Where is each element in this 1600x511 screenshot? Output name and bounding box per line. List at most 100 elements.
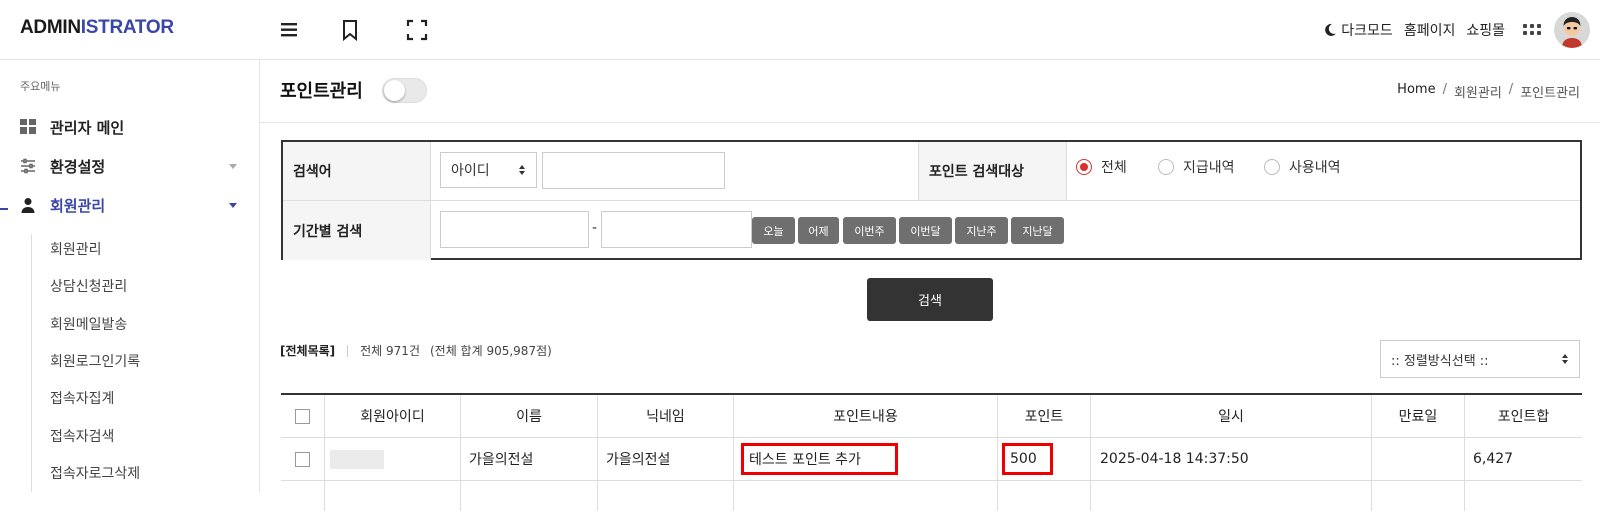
title-divider (260, 122, 1600, 123)
fullscreen-icon[interactable] (405, 18, 429, 42)
sliders-icon (20, 158, 36, 174)
sort-select-value: :: 정렬방식선택 :: (1391, 353, 1489, 369)
sidebar-item-label: 환경설정 (50, 157, 106, 176)
column-header[interactable]: 포인트합 (1465, 395, 1582, 437)
point-cell: 500 (998, 438, 1091, 480)
sidebar-item-members[interactable]: 회원관리 (20, 192, 245, 218)
list-label[interactable]: [전체목록] (280, 342, 335, 359)
table-row[interactable] (281, 481, 1582, 511)
submenu-rail (31, 234, 32, 492)
submenu-item-consultation[interactable]: 상담신청관리 (50, 276, 127, 296)
admin-logo[interactable]: ADMINISTRATOR (20, 17, 174, 39)
chevron-down-icon (229, 164, 237, 169)
point-total-cell: 6,427 (1473, 451, 1514, 467)
quick-this-month-button[interactable]: 이번달 (899, 217, 952, 244)
target-radio-all-label: 전체 (1101, 160, 1127, 176)
darkmode-label: 다크모드 (1341, 22, 1393, 39)
keyword-field-value: 아이디 (451, 163, 490, 179)
name-cell (461, 481, 598, 511)
sidebar-item-admin-main[interactable]: 관리자 메인 (20, 114, 245, 140)
radio-unchecked-icon (1158, 159, 1174, 175)
submenu-item-member-mail[interactable]: 회원메일발송 (50, 314, 127, 334)
breadcrumb-home[interactable]: Home (1397, 82, 1435, 101)
moon-icon (1323, 23, 1337, 41)
column-header[interactable]: 회원아이디 (325, 395, 461, 437)
quick-last-month-button[interactable]: 지난달 (1011, 217, 1064, 244)
point-cell (998, 481, 1091, 511)
search-button[interactable]: 검색 (867, 278, 993, 321)
row-select-cell (281, 481, 325, 511)
chevron-down-icon (229, 203, 237, 208)
points-table: 회원아이디 이름 닉네임 포인트내용 포인트 일시 만료일 포인트합 가을의전설… (281, 393, 1582, 511)
target-radio-grant[interactable]: 지급내역 (1158, 157, 1235, 177)
user-avatar[interactable] (1554, 12, 1590, 48)
quick-yesterday-button[interactable]: 어제 (798, 217, 839, 244)
sort-select[interactable]: :: 정렬방식선택 :: (1380, 340, 1580, 378)
bookmark-icon[interactable] (338, 18, 362, 42)
period-label: 기간별 검색 (283, 201, 431, 260)
select-all-cell (281, 395, 325, 437)
column-header[interactable]: 포인트 (998, 395, 1091, 437)
column-header[interactable]: 이름 (461, 395, 598, 437)
quick-this-week-button[interactable]: 이번주 (843, 217, 896, 244)
toggle-knob (384, 80, 405, 101)
breadcrumb-separator: / (1508, 82, 1514, 97)
user-icon (20, 197, 36, 213)
submenu-item-visitor-stats[interactable]: 접속자집계 (50, 388, 114, 408)
keyword-field-select[interactable]: 아이디 (440, 152, 537, 188)
page-title: 포인트관리 (280, 81, 363, 102)
column-header[interactable]: 닉네임 (598, 395, 734, 437)
submenu-item-members[interactable]: 회원관리 (50, 239, 102, 259)
row-checkbox[interactable] (295, 451, 310, 467)
nickname-cell: 가을의전설 (598, 438, 734, 480)
search-row-period: 기간별 검색 - 오늘 어제 이번주 이번달 지난주 지난달 (283, 201, 1580, 260)
member-id-cell[interactable] (325, 438, 461, 480)
breadcrumb-members[interactable]: 회원관리 (1454, 82, 1502, 101)
select-all-checkbox[interactable] (295, 408, 310, 424)
period-to-input[interactable] (601, 211, 752, 248)
datetime-cell (1091, 481, 1372, 511)
radio-unchecked-icon (1264, 159, 1280, 175)
target-radio-grant-label: 지급내역 (1183, 160, 1235, 176)
main-content: 포인트관리 Home / 회원관리 / 포인트관리 검색어 아이디 포인트 검색… (260, 60, 1600, 511)
submenu-item-login-history[interactable]: 회원로그인기록 (50, 351, 140, 371)
submenu-item-visitor-search[interactable]: 접속자검색 (50, 426, 114, 446)
sidebar: 주요메뉴 관리자 메인 환경설정 회원관리 회원관리 상담신청관리 회원메일발송… (0, 60, 260, 492)
apps-grid-icon[interactable] (1523, 21, 1541, 40)
logo-text-istrator: ISTRATOR (80, 17, 174, 38)
search-form: 검색어 아이디 포인트 검색대상 전체 지급내역 사용내역 기간별 검색 - 오… (281, 140, 1582, 260)
keyword-input[interactable] (542, 152, 725, 189)
radio-checked-icon (1076, 159, 1092, 175)
list-summary: [전체목록] 전체 971건 (전체 합계 905,987점) (280, 342, 552, 359)
column-header[interactable]: 만료일 (1372, 395, 1465, 437)
sidebar-item-label: 회원관리 (50, 196, 106, 215)
column-header[interactable]: 포인트내용 (734, 395, 998, 437)
summary-divider (347, 344, 349, 357)
sidebar-item-settings[interactable]: 환경설정 (20, 153, 245, 179)
target-radio-use[interactable]: 사용내역 (1264, 157, 1341, 177)
target-radio-use-label: 사용내역 (1289, 160, 1341, 176)
point-target-label: 포인트 검색대상 (918, 142, 1067, 200)
breadcrumb-separator: / (1442, 82, 1447, 97)
dashboard-icon (20, 119, 36, 135)
member-id-cell (325, 481, 461, 511)
point-total-cell (1465, 481, 1582, 511)
breadcrumb: Home / 회원관리 / 포인트관리 (1397, 82, 1580, 101)
row-select-cell (281, 438, 325, 480)
shop-link[interactable]: 쇼핑몰 (1466, 20, 1505, 40)
logo-text-admin: ADMIN (20, 17, 81, 38)
homepage-link[interactable]: 홈페이지 (1404, 20, 1456, 40)
target-radio-all[interactable]: 전체 (1076, 157, 1127, 177)
quick-last-week-button[interactable]: 지난주 (955, 217, 1008, 244)
period-from-input[interactable] (440, 211, 589, 248)
column-header[interactable]: 일시 (1091, 395, 1372, 437)
submenu-item-visitor-log-delete[interactable]: 접속자로그삭제 (50, 463, 140, 483)
menu-icon[interactable] (278, 18, 302, 42)
page-toggle-switch[interactable] (382, 78, 427, 103)
nickname-cell (598, 481, 734, 511)
point-value-highlight: 500 (1002, 443, 1053, 475)
quick-today-button[interactable]: 오늘 (752, 217, 795, 244)
keyword-label: 검색어 (283, 142, 431, 200)
darkmode-toggle[interactable]: 다크모드 (1323, 20, 1393, 41)
table-row[interactable]: 가을의전설 가을의전설 테스트 포인트 추가 500 2025-04-18 14… (281, 438, 1582, 481)
